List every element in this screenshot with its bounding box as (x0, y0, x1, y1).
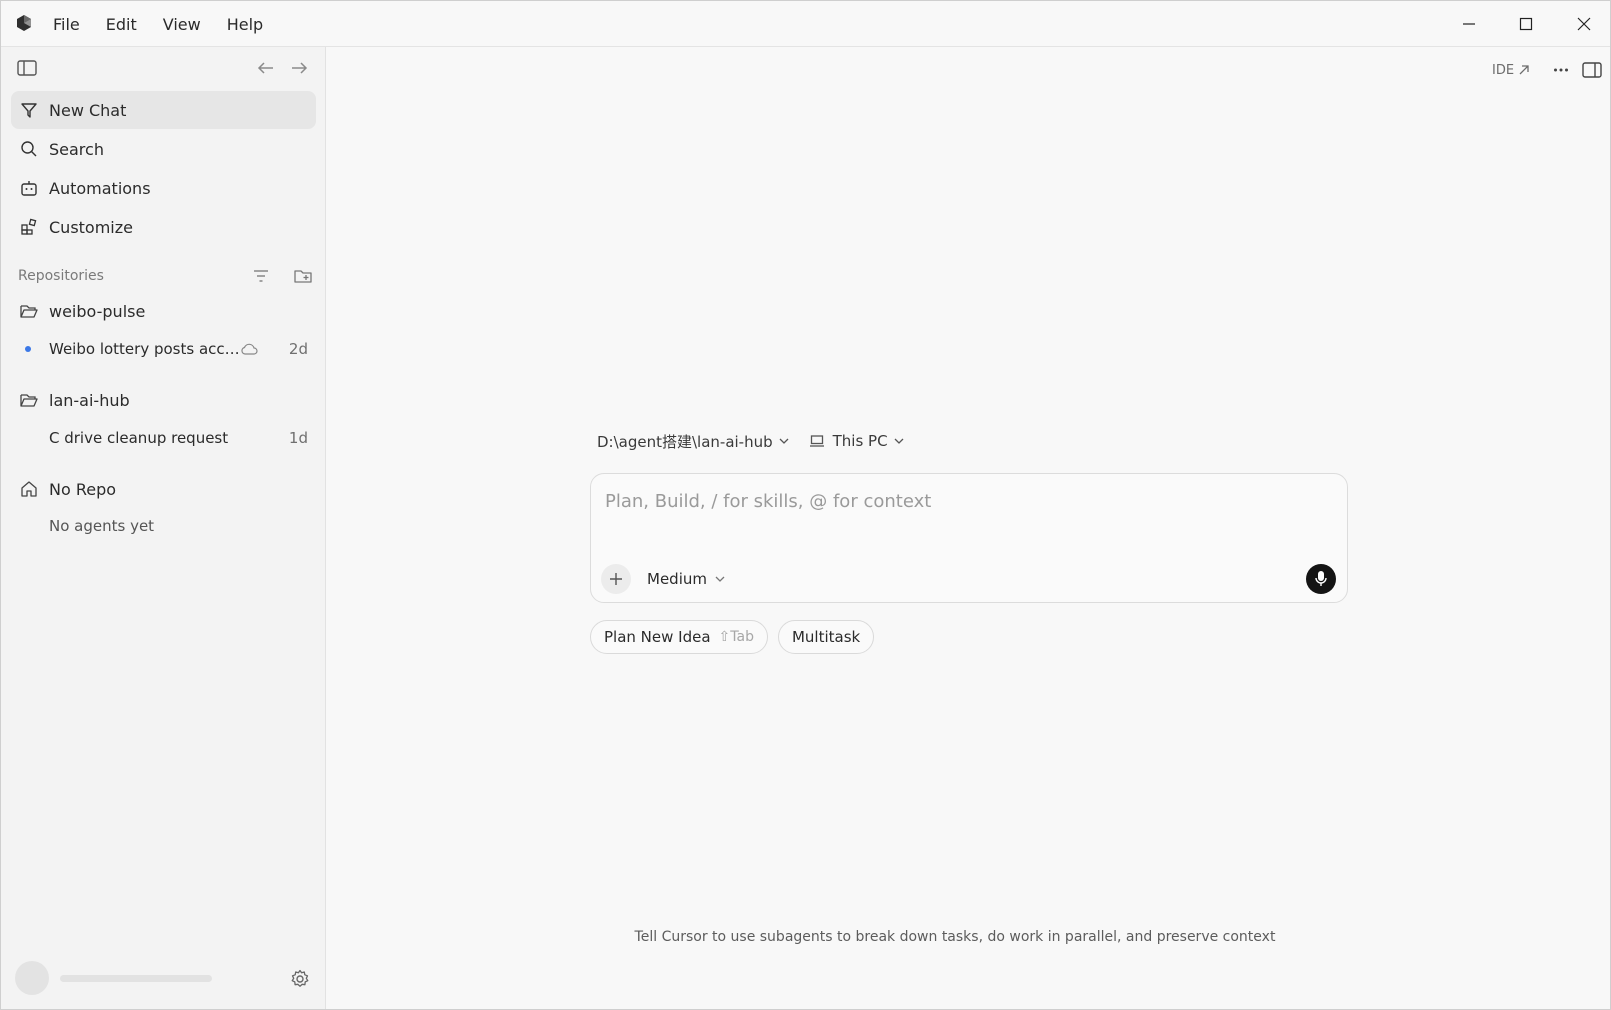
sidebar-item-label: Search (49, 139, 104, 159)
no-agents-text: No agents yet (49, 517, 155, 535)
avatar[interactable] (15, 961, 49, 995)
menu-help[interactable]: Help (227, 15, 263, 34)
minimize-icon (1463, 23, 1475, 25)
chat-age: 1d (288, 429, 308, 447)
menu-view[interactable]: View (163, 15, 201, 34)
voice-input-button[interactable] (1306, 564, 1336, 594)
close-window-button[interactable] (1556, 1, 1610, 47)
folder-open-icon (19, 301, 39, 321)
sidebar-nav: New Chat Search Automations Customize (11, 91, 316, 247)
new-chat-icon (19, 100, 39, 120)
chip-label: Plan New Idea (604, 628, 711, 646)
sidebar-toggle-icon[interactable] (17, 59, 37, 77)
open-ide-button[interactable]: IDE (1492, 57, 1530, 83)
chat-title: C drive cleanup request (49, 429, 229, 447)
menu-file[interactable]: File (53, 15, 80, 34)
unread-dot (25, 346, 31, 352)
repo-item[interactable]: weibo-pulse (11, 292, 316, 330)
close-icon (1577, 17, 1591, 31)
menu-bar: File Edit View Help (53, 1, 289, 47)
chip-shortcut: ⇧Tab (718, 629, 754, 645)
add-folder-icon[interactable] (293, 266, 313, 286)
sidebar-item-new-chat[interactable]: New Chat (11, 91, 316, 129)
chevron-down-icon (894, 438, 904, 444)
app-window: File Edit View Help New Chat Search Auto… (0, 0, 1611, 1010)
sidebar: New Chat Search Automations Customize Re… (1, 47, 326, 1009)
sidebar-item-customize[interactable]: Customize (11, 208, 316, 246)
model-selector[interactable]: Medium (647, 566, 725, 592)
sidebar-toolbar (1, 47, 325, 89)
repo-group-weibo-pulse: weibo-pulse Weibo lottery posts acco... … (11, 292, 316, 368)
more-options-button[interactable] (1549, 57, 1573, 83)
filter-icon[interactable] (251, 266, 271, 286)
host-selector[interactable]: This PC (809, 432, 904, 450)
plus-icon (610, 573, 622, 585)
maximize-button[interactable] (1498, 1, 1554, 47)
sidebar-item-automations[interactable]: Automations (11, 169, 316, 207)
tip-text: Tell Cursor to use subagents to break do… (634, 929, 1276, 945)
repo-name: lan-ai-hub (49, 390, 130, 410)
multitask-chip[interactable]: Multitask (777, 620, 875, 654)
chat-age: 2d (288, 340, 308, 358)
user-name-placeholder (60, 975, 212, 982)
search-icon (19, 139, 39, 159)
ellipsis-icon (1554, 68, 1568, 72)
no-repo-label: No Repo (49, 479, 117, 499)
workspace-path-selector[interactable]: D:\agent搭建\lan-ai-hub (597, 431, 789, 452)
external-link-icon (1519, 65, 1529, 75)
title-bar: File Edit View Help (1, 1, 1610, 47)
toggle-panel-button[interactable] (1580, 57, 1604, 83)
robot-icon (19, 178, 39, 198)
arrow-right-icon[interactable] (288, 58, 310, 78)
gear-icon[interactable] (289, 968, 311, 990)
arrow-left-icon[interactable] (255, 58, 277, 78)
folder-open-icon (19, 390, 39, 410)
chat-title: Weibo lottery posts acco... (49, 340, 240, 358)
home-icon (19, 479, 39, 499)
no-repo-group: No Repo No agents yet (11, 470, 316, 544)
context-row: D:\agent搭建\lan-ai-hub This PC (597, 428, 904, 454)
menu-edit[interactable]: Edit (106, 15, 137, 34)
sidebar-item-label: Automations (49, 178, 151, 198)
repo-item[interactable]: lan-ai-hub (11, 381, 316, 419)
ide-label: IDE (1492, 62, 1515, 78)
suggestion-chips: Plan New Idea ⇧Tab Multitask (590, 620, 884, 654)
sidebar-item-search[interactable]: Search (11, 130, 316, 168)
chevron-down-icon (715, 576, 725, 582)
app-logo-icon (17, 15, 31, 31)
minimize-button[interactable] (1441, 1, 1497, 47)
add-attachment-button[interactable] (601, 564, 631, 594)
main-area: IDE D:\agent搭建\lan-ai-hub This PC Plan, … (327, 47, 1610, 1009)
sidebar-item-label: New Chat (49, 100, 127, 120)
microphone-icon (1315, 571, 1327, 586)
chevron-down-icon (779, 438, 789, 444)
model-label: Medium (647, 570, 707, 588)
host-label: This PC (832, 432, 888, 450)
laptop-icon (809, 435, 824, 447)
chip-label: Multitask (791, 628, 861, 646)
repositories-header: Repositories (18, 263, 313, 289)
cloud-icon (240, 341, 260, 357)
right-panel-icon (1582, 62, 1602, 78)
apps-icon (19, 217, 39, 237)
workspace-path: D:\agent搭建\lan-ai-hub (597, 432, 773, 451)
repo-group-lan-ai-hub: lan-ai-hub C drive cleanup request 1d (11, 381, 316, 457)
maximize-icon (1519, 17, 1533, 31)
repositories-title: Repositories (18, 268, 104, 284)
no-repo-item[interactable]: No Repo (11, 470, 316, 508)
repo-name: weibo-pulse (49, 301, 146, 321)
composer: Medium (590, 473, 1348, 603)
prompt-input[interactable] (605, 484, 1325, 518)
sidebar-item-label: Customize (49, 217, 133, 237)
chat-item[interactable]: Weibo lottery posts acco... 2d (11, 330, 316, 368)
chat-item[interactable]: C drive cleanup request 1d (11, 419, 316, 457)
sidebar-footer (1, 953, 325, 1003)
plan-new-idea-chip[interactable]: Plan New Idea ⇧Tab (590, 620, 768, 654)
